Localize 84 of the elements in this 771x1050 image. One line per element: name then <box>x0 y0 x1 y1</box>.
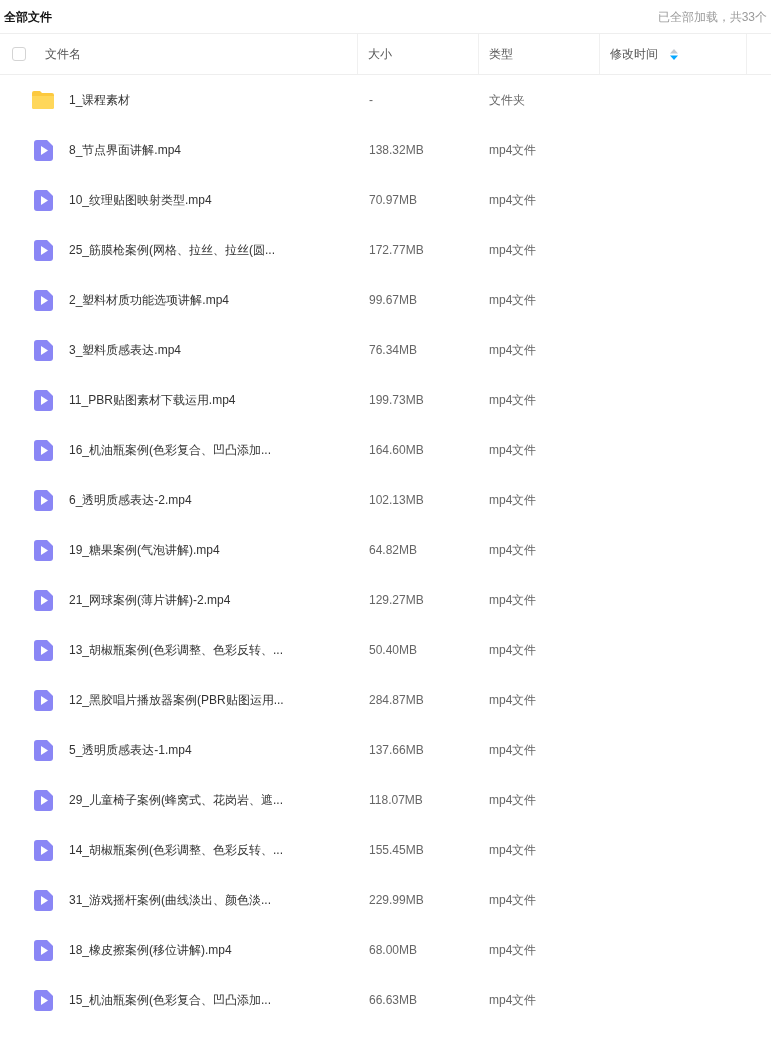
file-name[interactable]: 19_糖果案例(气泡讲解).mp4 <box>69 541 220 559</box>
file-size: 284.87MB <box>369 693 424 707</box>
file-type: mp4文件 <box>489 493 537 507</box>
file-name[interactable]: 8_节点界面讲解.mp4 <box>69 141 182 159</box>
column-header[interactable]: 修改时间 <box>610 45 658 63</box>
file-name[interactable]: 6_透明质感表达-2.mp4 <box>69 491 192 509</box>
file-name[interactable]: 1_课程素材 <box>69 91 131 109</box>
file-name[interactable]: 25_筋膜枪案例(网格、拉丝、拉丝(圆... <box>69 241 275 259</box>
file-name[interactable]: 16_机油瓶案例(色彩复合、凹凸添加... <box>69 441 272 459</box>
file-type: mp4文件 <box>489 543 537 557</box>
video-file-icon <box>33 339 53 361</box>
file-size: 118.07MB <box>369 793 423 807</box>
video-file-icon <box>33 439 53 461</box>
file-size: 76.34MB <box>369 343 418 357</box>
load-status: 已全部加载，共33个 <box>657 8 767 26</box>
column-header[interactable]: 文件名 <box>45 45 81 63</box>
file-type: mp4文件 <box>489 193 537 207</box>
file-name[interactable]: 21_网球案例(薄片讲解)-2.mp4 <box>69 591 231 609</box>
file-type: mp4文件 <box>489 743 537 757</box>
video-file-icon <box>33 539 53 561</box>
file-size: 50.40MB <box>369 643 418 657</box>
file-type: mp4文件 <box>489 643 537 657</box>
video-file-icon <box>33 639 53 661</box>
video-file-icon <box>33 289 53 311</box>
file-name[interactable]: 5_透明质感表达-1.mp4 <box>69 741 192 759</box>
video-file-icon <box>33 939 53 961</box>
file-name[interactable]: 3_塑料质感表达.mp4 <box>69 341 182 359</box>
file-type: mp4文件 <box>489 243 537 257</box>
video-file-icon <box>33 889 53 911</box>
video-file-icon <box>33 489 53 511</box>
file-size: 68.00MB <box>369 943 418 957</box>
video-file-icon <box>33 839 53 861</box>
file-size: 172.77MB <box>369 243 424 257</box>
file-size: 137.66MB <box>369 743 424 757</box>
file-type: mp4文件 <box>489 143 537 157</box>
file-type: mp4文件 <box>489 893 537 907</box>
file-size: 129.27MB <box>369 593 424 607</box>
file-type: mp4文件 <box>489 693 537 707</box>
video-file-icon <box>33 689 53 711</box>
file-name[interactable]: 15_机油瓶案例(色彩复合、凹凸添加... <box>69 991 272 1009</box>
file-type: mp4文件 <box>489 843 537 857</box>
video-file-icon <box>33 789 53 811</box>
file-type: mp4文件 <box>489 943 537 957</box>
file-name[interactable]: 13_胡椒瓶案例(色彩调整、色彩反转、... <box>69 641 284 659</box>
video-file-icon <box>33 239 53 261</box>
video-file-icon <box>33 189 53 211</box>
file-size: 199.73MB <box>369 393 424 407</box>
video-file-icon <box>33 739 53 761</box>
column-header[interactable]: 类型 <box>489 45 513 63</box>
folder-icon <box>31 90 55 110</box>
file-size: 99.67MB <box>369 293 418 307</box>
file-size: 70.97MB <box>369 193 418 207</box>
file-size: 155.45MB <box>369 843 424 857</box>
file-type: mp4文件 <box>489 993 537 1007</box>
video-file-icon <box>33 389 53 411</box>
video-file-icon <box>33 139 53 161</box>
file-size: 229.99MB <box>369 893 424 907</box>
file-name[interactable]: 29_儿童椅子案例(蜂窝式、花岗岩、遮... <box>69 791 284 809</box>
file-type: mp4文件 <box>489 793 537 807</box>
file-size: 64.82MB <box>369 543 418 557</box>
video-file-icon <box>33 589 53 611</box>
file-type: mp4文件 <box>489 593 537 607</box>
sort-icon[interactable] <box>670 48 678 60</box>
file-type: mp4文件 <box>489 443 537 457</box>
file-name[interactable]: 14_胡椒瓶案例(色彩调整、色彩反转、... <box>69 841 284 859</box>
video-file-icon <box>33 989 53 1011</box>
file-type: mp4文件 <box>489 293 537 307</box>
file-size: - <box>369 93 373 107</box>
file-size: 66.63MB <box>369 993 418 1007</box>
file-size: 138.32MB <box>369 143 424 157</box>
file-size: 102.13MB <box>369 493 424 507</box>
file-size: 164.60MB <box>369 443 424 457</box>
file-name[interactable]: 10_纹理贴图映射类型.mp4 <box>69 191 212 209</box>
file-name[interactable]: 18_橡皮擦案例(移位讲解).mp4 <box>69 941 232 959</box>
column-header[interactable]: 大小 <box>368 45 392 63</box>
file-name[interactable]: 11_PBR贴图素材下载运用.mp4 <box>69 391 236 409</box>
page-title: 全部文件 <box>4 8 52 26</box>
file-type: mp4文件 <box>489 343 537 357</box>
file-name[interactable]: 2_塑料材质功能选项讲解.mp4 <box>69 291 230 309</box>
select-all-checkbox[interactable] <box>12 47 26 61</box>
file-name[interactable]: 31_游戏摇杆案例(曲线淡出、颜色淡... <box>69 891 272 909</box>
file-name[interactable]: 12_黑胶唱片播放器案例(PBR贴图运用... <box>69 691 284 709</box>
file-type: mp4文件 <box>489 393 537 407</box>
file-type: 文件夹 <box>489 93 525 107</box>
